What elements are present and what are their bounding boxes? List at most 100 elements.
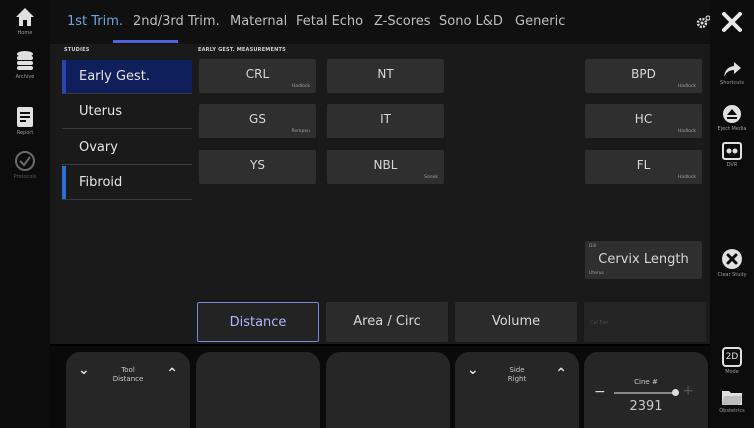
database-icon <box>17 51 33 70</box>
cal-fan-label: Cal Fan <box>590 320 609 326</box>
tab-z-scores[interactable]: Z-Scores <box>374 14 431 29</box>
area-circ-label: Area / Circ <box>353 314 421 329</box>
clear-x-icon <box>722 249 742 269</box>
clear-study-label: Clear Study <box>717 272 747 278</box>
cervix-sub: Uterus <box>589 271 604 276</box>
report-icon <box>17 107 33 127</box>
study-label: Ovary <box>79 140 118 155</box>
study-label: Early Gest. <box>79 69 151 84</box>
study-uterus[interactable]: Uterus <box>62 95 192 129</box>
report-button[interactable]: Report <box>0 106 50 136</box>
gs-author: Rempen <box>291 129 310 134</box>
mode-button[interactable]: 2D Mode <box>710 344 754 375</box>
shortcuts-label: Shortcuts <box>720 80 744 86</box>
home-label: Home <box>17 30 33 36</box>
ys-button[interactable]: YS <box>199 150 316 184</box>
nbl-author: Sonek <box>424 175 438 180</box>
studies-heading: STUDIES <box>64 47 90 53</box>
clear-study-button[interactable]: Clear Study <box>710 248 754 278</box>
protocols-button[interactable]: Protocols <box>0 150 50 180</box>
tab-maternal[interactable]: Maternal <box>230 14 287 29</box>
cine-value: 2391 <box>629 399 663 414</box>
study-early-gest[interactable]: Early Gest. <box>62 60 192 94</box>
dvr-icon <box>722 142 742 160</box>
tool-knob[interactable]: ⌄ Tool Distance ⌃ <box>66 352 190 428</box>
knob-panel: ⌄ Tool Distance ⌃ ⌄ Side Right ⌃ Cine # … <box>50 346 710 428</box>
hc-label: HC <box>634 112 653 126</box>
crl-author: Hadlock <box>291 84 310 89</box>
volume-mode-button[interactable]: Volume <box>455 302 577 342</box>
cal-fan-button: Cal Fan <box>584 302 706 342</box>
archive-label: Archive <box>15 74 35 80</box>
eject-icon <box>723 105 741 123</box>
chevron-up-icon[interactable]: ⌃ <box>555 366 567 382</box>
tab-bar: 1st Trim. 2nd/3rd Trim. Maternal Fetal E… <box>50 0 711 44</box>
distance-label: Distance <box>229 315 287 330</box>
eject-media-button[interactable]: Eject Media <box>710 104 754 132</box>
it-label: IT <box>380 112 391 126</box>
dvr-label: DVR <box>726 162 738 168</box>
knob-blank-2 <box>326 352 450 428</box>
bpd-label: BPD <box>631 67 656 81</box>
cine-minus[interactable]: − <box>594 384 606 400</box>
measurements-heading: EARLY GEST. MEASUREMENTS <box>198 47 286 53</box>
gs-button[interactable]: GS Rempen <box>199 104 316 138</box>
bpd-button[interactable]: BPD Hadlock <box>585 59 702 93</box>
tab-generic[interactable]: Generic <box>515 14 565 29</box>
home-button[interactable]: Home <box>0 6 50 36</box>
it-button[interactable]: IT <box>327 104 444 138</box>
crl-button[interactable]: CRL Hadlock <box>199 59 316 93</box>
mode-2d-icon: 2D <box>722 347 742 367</box>
fl-label: FL <box>636 158 651 172</box>
nt-label: NT <box>377 67 394 81</box>
fl-button[interactable]: FL Hadlock <box>585 150 702 184</box>
main-panel: STUDIES EARLY GEST. MEASUREMENTS Early G… <box>50 44 710 344</box>
study-color-bar <box>62 166 66 199</box>
ys-label: YS <box>250 158 265 172</box>
protocols-label: Protocols <box>13 174 37 180</box>
chevron-up-icon[interactable]: ⌃ <box>166 366 178 382</box>
close-icon <box>722 12 742 32</box>
volume-label: Volume <box>491 314 541 329</box>
study-ovary[interactable]: Ovary <box>62 131 192 165</box>
area-circ-mode-button[interactable]: Area / Circ <box>326 302 448 342</box>
left-rail: Home Archive Report Protocols <box>0 0 50 428</box>
study-fibroid[interactable]: Fibroid <box>62 166 192 200</box>
share-arrow-icon <box>724 62 741 77</box>
folder-icon <box>722 391 742 405</box>
nbl-button[interactable]: NBL Sonek <box>327 150 444 184</box>
crl-label: CRL <box>245 67 270 81</box>
tab-1st-trim[interactable]: 1st Trim. <box>67 14 123 29</box>
fl-author: Hadlock <box>677 175 696 180</box>
cine-plus[interactable]: + <box>682 383 694 399</box>
home-icon <box>16 8 34 26</box>
hc-button[interactable]: HC Hadlock <box>585 104 702 138</box>
gs-label: GS <box>249 112 266 126</box>
tab-sono-ld[interactable]: Sono L&D <box>439 14 503 29</box>
study-label: Uterus <box>79 104 122 119</box>
tab-fetal-echo[interactable]: Fetal Echo <box>296 14 363 29</box>
knob-blank-1 <box>196 352 320 428</box>
cervix-length-button[interactable]: Dill Cervix Length Uterus <box>585 241 702 279</box>
gear-icon[interactable] <box>695 14 711 30</box>
nbl-label: NBL <box>373 158 398 172</box>
nt-button[interactable]: NT <box>327 59 444 93</box>
close-button[interactable] <box>710 10 754 34</box>
obstetrics-label: Obstetrics <box>719 408 745 414</box>
cine-knob[interactable]: Cine # − + 2391 <box>584 352 708 428</box>
eject-media-label: Eject Media <box>717 126 747 132</box>
side-knob[interactable]: ⌄ Side Right ⌃ <box>455 352 579 428</box>
obstetrics-button[interactable]: Obstetrics <box>710 388 754 414</box>
archive-button[interactable]: Archive <box>0 50 50 80</box>
dvr-button[interactable]: DVR <box>710 142 754 168</box>
check-circle-icon <box>15 151 35 171</box>
cervix-label: Cervix Length <box>598 252 689 267</box>
cine-slider-track[interactable] <box>614 392 676 394</box>
hc-author: Hadlock <box>677 129 696 134</box>
bpd-author: Hadlock <box>677 84 696 89</box>
distance-mode-button[interactable]: Distance <box>197 302 319 342</box>
cine-slider-handle[interactable] <box>672 389 679 396</box>
active-tab-indicator <box>113 40 178 43</box>
shortcuts-button[interactable]: Shortcuts <box>710 60 754 86</box>
tab-2nd-3rd-trim[interactable]: 2nd/3rd Trim. <box>133 14 220 29</box>
